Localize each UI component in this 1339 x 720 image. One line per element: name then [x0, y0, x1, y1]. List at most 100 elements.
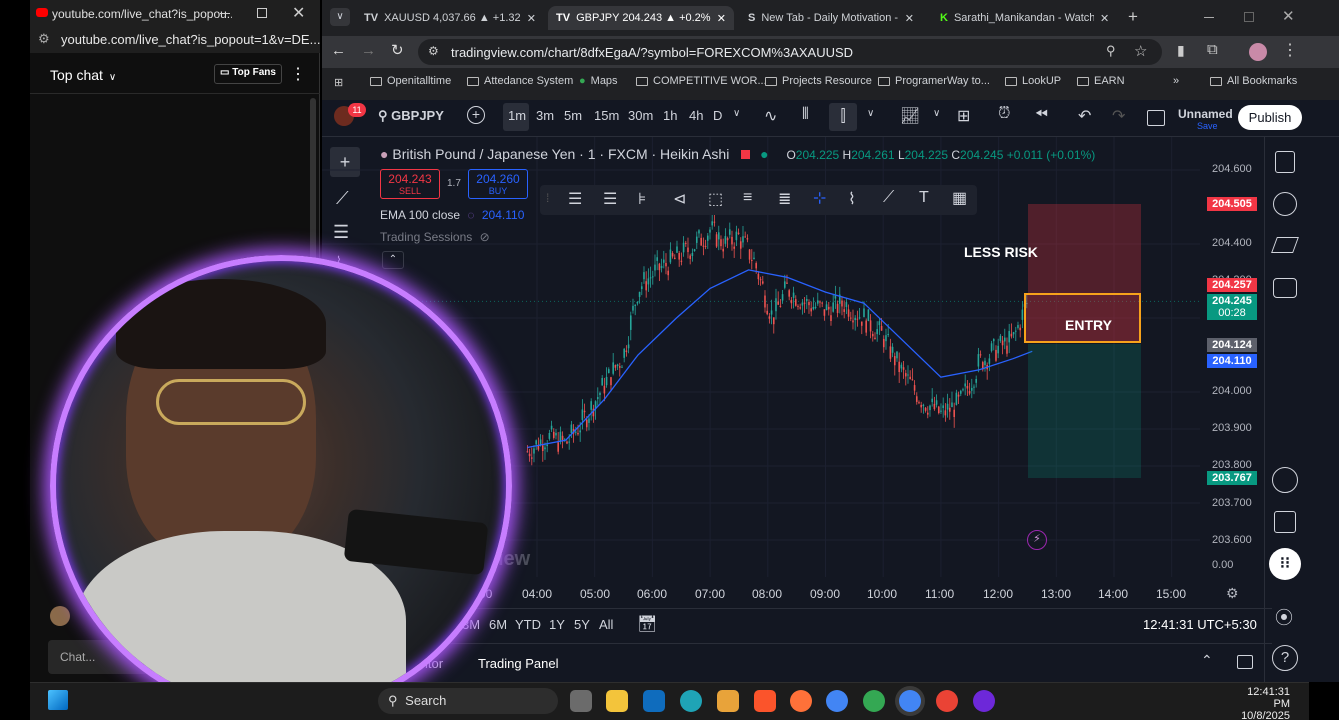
- drag-handle-icon[interactable]: ⁞: [546, 191, 549, 205]
- apps-grid-icon[interactable]: ⁝⁝: [1269, 548, 1301, 580]
- ema-legend[interactable]: EMA 100 close ◌ 204.110: [380, 208, 524, 222]
- omnibox[interactable]: ⚙ tradingview.com/chart/8dfxEgaA/?symbol…: [418, 39, 1162, 65]
- task-view-icon[interactable]: [570, 690, 592, 712]
- layout-checkbox-icon[interactable]: [1147, 110, 1165, 126]
- bookmark-star-icon[interactable]: ☆: [1134, 42, 1147, 60]
- tab-gbpjpy[interactable]: TV GBPJPY 204.243 ▲ +0.2% Unn ✕: [548, 6, 734, 30]
- goto-date-icon[interactable]: 📅︎: [637, 614, 657, 634]
- broadcast-icon[interactable]: ⦿: [1275, 604, 1293, 630]
- interval-d[interactable]: D: [713, 108, 722, 123]
- back-icon[interactable]: ←: [331, 42, 346, 59]
- tab-close-icon[interactable]: ✕: [717, 12, 726, 25]
- reload-icon[interactable]: ↻: [391, 41, 404, 59]
- extensions-icon[interactable]: ⧉: [1207, 41, 1218, 58]
- bookmark-competitive[interactable]: COMPETITIVE WOR...: [636, 75, 767, 87]
- all-bookmarks[interactable]: All Bookmarks: [1210, 75, 1297, 87]
- close-icon[interactable]: ✕: [1282, 7, 1295, 25]
- hidden-eye-icon[interactable]: ⊘: [480, 230, 490, 244]
- target-icon[interactable]: [1272, 467, 1298, 493]
- alert-icon[interactable]: ⏰︎: [998, 105, 1010, 123]
- table-icon[interactable]: ▦: [952, 188, 967, 208]
- collapse-legend-icon[interactable]: ⌃: [382, 251, 404, 269]
- reading-list-icon[interactable]: ▮: [1177, 42, 1185, 59]
- minimize-icon[interactable]: [1204, 17, 1214, 18]
- interval-30m[interactable]: 30m: [628, 108, 653, 123]
- start-button[interactable]: [48, 690, 68, 710]
- buy-button[interactable]: 204.260 BUY: [468, 169, 528, 199]
- profile-avatar[interactable]: [1249, 43, 1267, 61]
- regression-icon[interactable]: ≣: [778, 189, 791, 209]
- parallel-channel-icon[interactable]: ≡: [743, 189, 752, 207]
- range-6m[interactable]: 6M: [489, 617, 507, 632]
- sessions-legend[interactable]: Trading Sessions ⊘: [380, 230, 490, 244]
- compare-symbol-icon[interactable]: +: [467, 106, 485, 124]
- tab-close-icon[interactable]: ✕: [905, 12, 914, 25]
- chat-icon[interactable]: [1273, 278, 1297, 298]
- system-clock[interactable]: 12:41:31 PM 10/8/2025: [1228, 686, 1290, 720]
- bookmark-programerway[interactable]: ProgramerWay to...: [878, 75, 990, 87]
- undo-icon[interactable]: ↶: [1078, 106, 1091, 126]
- target-zone[interactable]: [1028, 344, 1141, 478]
- apps-icon[interactable]: ⊞: [334, 76, 343, 89]
- interval-5m[interactable]: 5m: [564, 108, 582, 123]
- chrome-profile-icon[interactable]: [863, 690, 885, 712]
- interval-1m-label[interactable]: 1m: [508, 108, 526, 123]
- new-tab-icon[interactable]: +: [1128, 7, 1138, 27]
- watchlist-icon[interactable]: [1275, 151, 1295, 173]
- alerts-clock-icon[interactable]: [1273, 192, 1297, 216]
- maximize-icon[interactable]: [257, 8, 267, 18]
- maximize-icon[interactable]: [1244, 12, 1254, 22]
- brave-icon[interactable]: [754, 690, 776, 712]
- outlook-icon[interactable]: [643, 690, 665, 712]
- ema-visibility-icon[interactable]: ◌: [467, 208, 474, 222]
- sell-button[interactable]: 204.243 SELL: [380, 169, 440, 199]
- price-range-icon[interactable]: ⊧: [638, 189, 646, 209]
- yt-url-bar[interactable]: ⚙ youtube.com/live_chat?is_popout=1&v=DE…: [30, 27, 320, 53]
- bar-chart-icon[interactable]: ⫴: [802, 106, 809, 124]
- bookmark-earn[interactable]: EARN: [1077, 75, 1125, 87]
- redo-icon[interactable]: ↷: [1112, 106, 1125, 126]
- candle-type-button[interactable]: ⫿: [829, 103, 857, 131]
- chrome-icon[interactable]: [826, 690, 848, 712]
- chrome-profile2-icon[interactable]: [936, 690, 958, 712]
- chat-mode-dropdown[interactable]: Top chat ∨: [50, 67, 116, 83]
- zoom-icon[interactable]: ⚲: [1106, 43, 1116, 59]
- tab-search-icon[interactable]: ∨: [330, 8, 350, 26]
- help-icon[interactable]: ?: [1272, 645, 1298, 671]
- tab-kick[interactable]: K Sarathi_Manikandan - Watch ✕: [932, 6, 1122, 30]
- taskbar-search[interactable]: ⚲ Search: [378, 688, 558, 714]
- legend-title[interactable]: ● British Pound / Japanese Yen · 1 · FXC…: [380, 146, 1095, 162]
- edge-icon[interactable]: [680, 690, 702, 712]
- indicators-icon[interactable]: 📈︎: [900, 106, 920, 126]
- site-settings-icon[interactable]: ⚙: [38, 31, 50, 47]
- replay-icon[interactable]: ⏪︎: [1035, 106, 1048, 124]
- lightning-icon[interactable]: ⚡︎: [1027, 530, 1047, 550]
- more-options-icon[interactable]: ⋮: [290, 64, 306, 84]
- minimize-icon[interactable]: [220, 13, 230, 14]
- rectangle-icon[interactable]: ⬚: [708, 189, 723, 209]
- path-icon[interactable]: ⌇: [848, 189, 856, 209]
- bookmarks-overflow[interactable]: »: [1173, 75, 1179, 87]
- indicators-dropdown-icon[interactable]: ∨: [933, 108, 940, 119]
- layout-name[interactable]: Unnamed: [1178, 107, 1233, 121]
- publish-button[interactable]: Publish: [1238, 105, 1302, 130]
- text-icon[interactable]: T: [919, 189, 929, 207]
- chart-type-dropdown-icon[interactable]: ∨: [867, 108, 874, 119]
- range-all[interactable]: All: [599, 617, 613, 632]
- symbol-search[interactable]: ⚲ GBPJPY: [378, 108, 444, 124]
- forward-icon[interactable]: →: [361, 42, 376, 59]
- range-ytd[interactable]: YTD: [515, 617, 541, 632]
- layouts-icon[interactable]: ⊞: [957, 106, 970, 126]
- interval-4h[interactable]: 4h: [689, 108, 703, 123]
- date-range-icon[interactable]: ⊲: [673, 189, 686, 209]
- tab-new-tab[interactable]: S New Tab - Daily Motivation - C ✕: [740, 6, 922, 30]
- interval-3m[interactable]: 3m: [536, 108, 554, 123]
- short-position-icon[interactable]: ☰: [603, 189, 617, 209]
- collapse-panel-icon[interactable]: ⌃: [1201, 652, 1213, 669]
- bookmark-openitalltime[interactable]: Openitalltime: [370, 75, 451, 87]
- interval-1h[interactable]: 1h: [663, 108, 677, 123]
- interval-15m[interactable]: 15m: [594, 108, 619, 123]
- long-position-icon[interactable]: ☰: [568, 189, 582, 209]
- maximize-panel-icon[interactable]: [1237, 655, 1253, 669]
- close-icon[interactable]: ✕: [292, 3, 305, 23]
